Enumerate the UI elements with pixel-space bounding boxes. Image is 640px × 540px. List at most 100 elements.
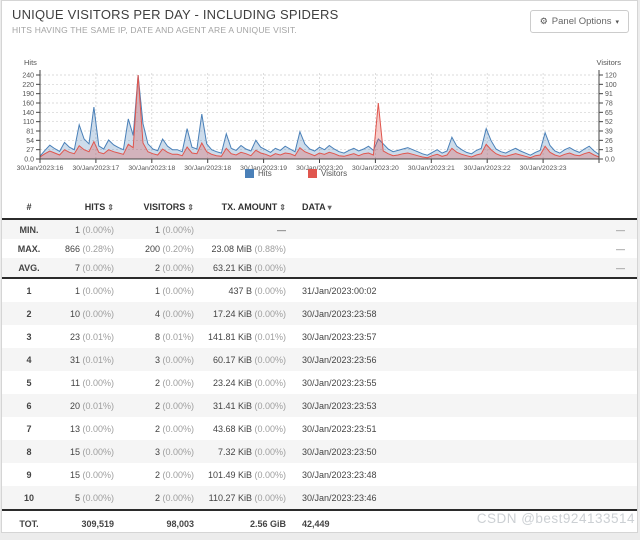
value: 13 (70, 424, 80, 434)
left-axis-tick-label: 54 (26, 138, 34, 145)
right-axis-tick-label: 91 (605, 91, 613, 98)
table-row[interactable]: 511 (0.00%)2 (0.00%)23.24 KiB (0.00%)30/… (2, 371, 637, 394)
data-cell: 30/Jan/2023:23:56 (292, 348, 637, 371)
table-header-row: #HITS⇕VISITORS⇕TX. AMOUNT⇕DATA▾ (2, 196, 637, 219)
table-row[interactable]: 105 (0.00%)2 (0.00%)110.27 KiB (0.00%)30… (2, 486, 637, 510)
csdn-watermark: CSDN @best924133514 (477, 511, 635, 526)
value: 15 (70, 470, 80, 480)
percent: (0.00%) (160, 225, 194, 235)
table-row[interactable]: 915 (0.00%)2 (0.00%)101.49 KiB (0.00%)30… (2, 463, 637, 486)
right-axis-tick-label: 0.0 (605, 157, 615, 164)
panel-title: UNIQUE VISITORS PER DAY - INCLUDING SPID… (12, 7, 517, 22)
percent: (0.28%) (80, 244, 114, 254)
column-header-hits[interactable]: HITS⇕ (56, 196, 120, 219)
percent: (0.00%) (80, 286, 114, 296)
goaccess-panel-screen: UNIQUE VISITORS PER DAY - INCLUDING SPID… (0, 0, 640, 540)
visitors-table: #HITS⇕VISITORS⇕TX. AMOUNT⇕DATA▾ MIN.1 (0… (2, 196, 637, 537)
summary-row-avg: AVG.7 (0.00%)2 (0.00%)63.21 KiB (0.00%)— (2, 258, 637, 278)
sort-icon[interactable]: ⇕ (279, 203, 286, 212)
tx-amount-cell: 7.32 KiB (0.00%) (200, 440, 292, 463)
x-axis-tick-label: 30/Jan/2023:18 (184, 165, 231, 172)
column-header-data[interactable]: DATA▾ (292, 196, 637, 219)
column-label: # (26, 202, 31, 212)
column-header-visitors[interactable]: VISITORS⇕ (120, 196, 200, 219)
hits-cell: 866 (0.28%) (56, 239, 120, 258)
row-number: 7 (2, 417, 56, 440)
x-axis-tick-label: 30/Jan/2023:21 (408, 165, 455, 172)
percent: (0.01%) (252, 332, 286, 342)
table-row[interactable]: 815 (0.00%)3 (0.00%)7.32 KiB (0.00%)30/J… (2, 440, 637, 463)
table-row[interactable]: 620 (0.01%)2 (0.00%)31.41 KiB (0.00%)30/… (2, 394, 637, 417)
table-row[interactable]: 11 (0.00%)1 (0.00%)437 B (0.00%)31/Jan/2… (2, 278, 637, 302)
legend-item-hits[interactable]: Hits (245, 169, 272, 178)
sort-caret-icon[interactable]: ▾ (328, 203, 332, 212)
sort-icon[interactable]: ⇕ (187, 203, 194, 212)
left-axis-tick-label: 220 (22, 82, 34, 89)
hits-legend-swatch (245, 169, 254, 178)
legend-item-visitors[interactable]: Visitors (308, 169, 347, 178)
hits-line[interactable] (40, 75, 599, 156)
visitors-chart[interactable]: 2401202201001909116078140651105281395426… (2, 56, 640, 172)
visitors-cell: 4 (0.00%) (120, 302, 200, 325)
value: 11 (71, 378, 80, 388)
value: 31.41 KiB (213, 401, 252, 411)
left-axis-tick-label: 0.0 (24, 157, 34, 164)
table-row[interactable]: 323 (0.01%)8 (0.01%)141.81 KiB (0.01%)30… (2, 325, 637, 348)
data-cell: — (292, 219, 637, 239)
hits-cell: 11 (0.00%) (56, 371, 120, 394)
percent: (0.00%) (160, 424, 194, 434)
hits-cell: 7 (0.00%) (56, 258, 120, 278)
right-axis-tick-label: 26 (605, 138, 613, 145)
column-label: DATA (302, 202, 326, 212)
tx-amount-cell: 141.81 KiB (0.01%) (200, 325, 292, 348)
total-visitors: 98,003 (120, 510, 200, 537)
data-cell: — (292, 239, 637, 258)
total-hits: 309,519 (56, 510, 120, 537)
table-row[interactable]: 713 (0.00%)2 (0.00%)43.68 KiB (0.00%)30/… (2, 417, 637, 440)
x-axis-tick-label: 30/Jan/2023:22 (464, 165, 511, 172)
percent: (0.00%) (160, 309, 194, 319)
percent: (0.00%) (252, 424, 286, 434)
percent: (0.00%) (252, 493, 286, 503)
visitors-cell: 3 (0.00%) (120, 440, 200, 463)
data-cell: 30/Jan/2023:23:51 (292, 417, 637, 440)
right-axis-tick-label: 39 (605, 129, 613, 136)
percent: (0.00%) (80, 263, 114, 273)
hits-cell: 1 (0.00%) (56, 219, 120, 239)
percent: (0.00%) (80, 225, 114, 235)
visitors-cell: 2 (0.00%) (120, 394, 200, 417)
percent: (0.00%) (252, 470, 286, 480)
column-label: HITS (85, 202, 106, 212)
column-header-#[interactable]: # (2, 196, 56, 219)
percent: (0.00%) (252, 447, 286, 457)
panel-options-button[interactable]: ⚙ Panel Options ▾ (530, 10, 629, 33)
percent: (0.00%) (80, 470, 114, 480)
percent: (0.00%) (252, 286, 286, 296)
table-row[interactable]: 431 (0.01%)3 (0.00%)60.17 KiB (0.00%)30/… (2, 348, 637, 371)
data-cell: 31/Jan/2023:00:02 (292, 278, 637, 302)
left-axis-tick-label: 190 (22, 91, 34, 98)
percent: (0.00%) (80, 493, 114, 503)
tx-amount-cell: 101.49 KiB (0.00%) (200, 463, 292, 486)
value: 20 (70, 401, 80, 411)
sort-icon[interactable]: ⇕ (107, 203, 114, 212)
data-cell: 30/Jan/2023:23:53 (292, 394, 637, 417)
percent: (0.01%) (160, 332, 194, 342)
value: 23 (70, 332, 80, 342)
x-axis-tick-label: 30/Jan/2023:17 (72, 165, 119, 172)
tx-amount-cell: 43.68 KiB (0.00%) (200, 417, 292, 440)
visitors-legend-label: Visitors (321, 169, 347, 178)
visitors-cell: 8 (0.01%) (120, 325, 200, 348)
row-number: 10 (2, 486, 56, 510)
table-row[interactable]: 210 (0.00%)4 (0.00%)17.24 KiB (0.00%)30/… (2, 302, 637, 325)
hits-cell: 23 (0.01%) (56, 325, 120, 348)
value: 110.27 KiB (209, 493, 252, 503)
hits-cell: 15 (0.00%) (56, 463, 120, 486)
chevron-down-icon: ▾ (615, 18, 619, 26)
percent: (0.00%) (160, 286, 194, 296)
column-header-tx-amount[interactable]: TX. AMOUNT⇕ (200, 196, 292, 219)
percent: (0.00%) (80, 378, 114, 388)
percent: (0.00%) (160, 378, 194, 388)
row-label: MAX. (2, 239, 56, 258)
percent: (0.20%) (160, 244, 194, 254)
